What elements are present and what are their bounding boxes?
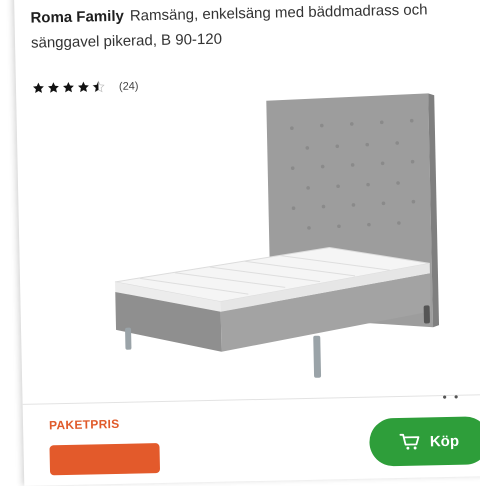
package-price-label: PAKETPRIS [48, 416, 120, 433]
buy-button[interactable]: Köp [368, 416, 480, 467]
gallery-dots[interactable]: • • [442, 390, 460, 404]
star-icon [63, 81, 74, 93]
buy-button-label: Köp [429, 432, 460, 450]
product-card: Roma Family Ramsäng, enkelsäng med bäddma… [14, 0, 480, 486]
product-title[interactable]: Roma Family Ramsäng, enkelsäng med bäddma… [30, 0, 480, 56]
product-brand: Roma Family [30, 7, 125, 27]
product-image[interactable] [76, 85, 452, 403]
price-badge [49, 443, 161, 476]
star-icon [48, 82, 59, 93]
star-icon [33, 82, 44, 94]
cart-icon [399, 433, 420, 450]
